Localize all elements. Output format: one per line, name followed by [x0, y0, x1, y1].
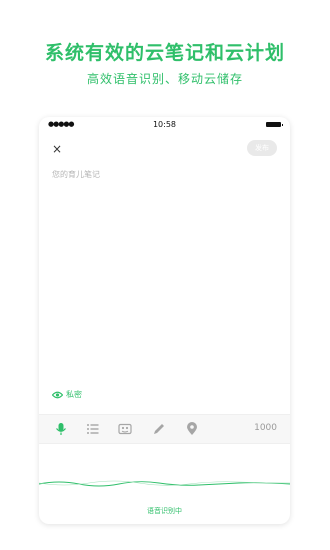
battery-icon [266, 122, 283, 127]
publish-button[interactable]: 发布 [247, 140, 277, 156]
status-bar: ●●●●● 10:58 [39, 117, 290, 133]
promo-headline: 系统有效的云笔记和云计划 [44, 42, 285, 64]
location-icon[interactable] [184, 421, 200, 437]
privacy-label: 私密 [66, 390, 82, 399]
close-button[interactable]: × [52, 142, 62, 156]
eye-icon [52, 391, 63, 398]
pen-icon[interactable] [151, 421, 167, 437]
image-icon[interactable] [117, 421, 133, 437]
voice-waveform [39, 480, 290, 487]
list-icon[interactable] [85, 421, 101, 437]
phone-screen: ●●●●● 10:58 × 发布 您的育儿笔记 私密 1000 语音识别中 [39, 117, 290, 524]
editor-toolbar: 1000 [39, 414, 290, 444]
status-time: 10:58 [152, 120, 177, 129]
voice-recognition-status: 语音识别中 [147, 507, 182, 515]
character-count: 1000 [254, 423, 277, 433]
promo-subline: 高效语音识别、移动云储存 [86, 72, 243, 86]
note-text-area[interactable]: 您的育儿笔记 [52, 169, 100, 180]
privacy-toggle[interactable]: 私密 [52, 389, 82, 400]
microphone-icon[interactable] [53, 421, 69, 437]
